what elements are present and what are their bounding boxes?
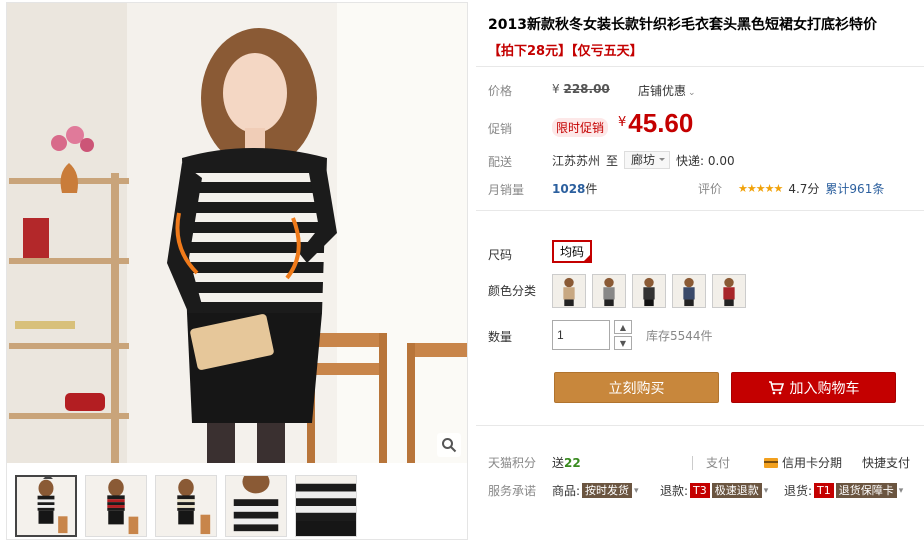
divider [476,425,924,426]
thumbnail-3[interactable] [155,475,217,537]
shop-discount-label: 店铺优惠 [638,84,687,98]
color-swatch-5[interactable] [712,274,746,308]
rating-block: 评价 ★★★★★ 4.7分 累计961条 [698,180,884,197]
shipping-fee: 快递: 0.00 [676,153,735,168]
zoom-icon[interactable] [437,433,461,457]
cart-icon [768,380,784,394]
chevron-down-icon: ▾ [898,485,904,496]
thumbnail-5[interactable] [295,475,357,537]
credit-card-installment[interactable]: 信用卡分期 [764,454,842,471]
sales-unit: 件 [585,182,598,196]
chevron-down-icon: ▾ [634,485,639,496]
rating-label: 评价 [698,182,723,196]
divider [692,456,693,470]
service-return-label: 退货: [784,484,813,498]
add-to-cart-button[interactable]: 加入购物车 [731,372,896,403]
color-options [552,274,746,308]
original-price-value: 228.00 [563,82,610,96]
service-return-code: T1 [814,483,834,498]
thumbnail-1[interactable] [15,475,77,537]
service-goods-tag: 按时发货 [582,483,633,498]
thumbnail-4[interactable] [225,475,287,537]
service-return-tag: 退货保障卡 [835,483,897,498]
credit-card-icon [764,457,778,468]
shipping-label: 配送 [488,155,513,169]
quick-pay[interactable]: 快捷支付 [862,454,910,471]
ship-from: 江苏苏州 [552,153,601,168]
quantity-decrease-button[interactable]: ▼ [614,336,632,350]
color-swatch-3[interactable] [632,274,666,308]
quantity-label: 数量 [488,330,513,344]
original-price: ¥ 228.00 [552,82,610,96]
divider [476,210,924,211]
ship-to-word: 至 [606,153,619,168]
currency-symbol: ¥ [618,115,627,130]
price-label: 价格 [488,84,513,98]
points-prefix: 送 [552,456,565,470]
sales-label: 月销量 [488,183,525,197]
service-refund-label: 退款: [660,484,689,498]
product-title: 2013新款秋冬女装长款针织衫毛衣套头黑色短裙女打底衫特价 [488,17,877,33]
size-option-selected[interactable]: 均码 [552,240,593,263]
ship-destination-select[interactable]: 廊坊 [624,151,671,169]
thumbnail-strip [15,475,357,537]
service-refund-code: T3 [690,483,710,498]
main-product-image[interactable] [7,3,467,463]
stock-count: 库存5544件 [646,328,713,343]
divider [476,66,924,67]
color-swatch-2[interactable] [592,274,626,308]
payment-label: 支付 [706,456,731,470]
quantity-input[interactable] [552,320,610,350]
currency-symbol: ¥ [552,82,560,96]
credit-card-label: 信用卡分期 [782,456,843,470]
product-info-panel: 2013新款秋冬女装长款针织衫毛衣套头黑色短裙女打底衫特价 【拍下28元】【仅亏… [476,0,924,543]
service-goods[interactable]: 商品: 按时发货 ▾ [552,482,639,499]
service-return[interactable]: 退货: T1 退货保障卡 ▾ [784,482,903,499]
shipping-info: 江苏苏州 至 廊坊 快递: 0.00 [552,151,735,169]
service-refund[interactable]: 退款: T3 极速退款 ▾ [660,482,768,499]
service-refund-tag: 极速退款 [711,483,762,498]
promo-label: 促销 [488,122,513,136]
promo-price-value: 45.60 [628,108,694,138]
product-gallery [6,2,468,540]
points-value: 22 [564,456,581,470]
promo-tag: 限时促销 [552,118,609,137]
color-swatch-4[interactable] [672,274,706,308]
shop-discount-dropdown[interactable]: 店铺优惠 ⌄ [638,82,696,99]
quantity-increase-button[interactable]: ▲ [614,320,632,334]
color-swatch-1[interactable] [552,274,586,308]
service-label: 服务承诺 [488,484,537,498]
size-label: 尺码 [488,248,513,262]
color-label: 颜色分类 [488,284,537,298]
thumbnail-2[interactable] [85,475,147,537]
monthly-sales: 1028件 [552,180,597,197]
tmall-points: 送22 [552,454,581,471]
sales-count: 1028 [552,182,586,196]
product-subtitle: 【拍下28元】【仅亏五天】 [488,44,643,59]
promo-price: ¥45.60 [618,108,693,139]
service-goods-label: 商品: [552,484,581,498]
rating-score: 4.7分 [788,182,820,196]
review-count-link[interactable]: 累计961条 [825,180,884,197]
star-rating-icon: ★★★★★ [738,182,783,195]
chevron-down-icon: ▾ [763,485,769,496]
add-to-cart-label: 加入购物车 [789,380,860,397]
tmall-points-label: 天猫积分 [488,456,537,470]
chevron-down-icon: ⌄ [688,88,696,98]
quantity-stepper: ▲ ▼ [614,320,632,350]
quantity-control: ▲ ▼ 库存5544件 [552,320,713,350]
buy-now-button[interactable]: 立刻购买 [554,372,719,403]
